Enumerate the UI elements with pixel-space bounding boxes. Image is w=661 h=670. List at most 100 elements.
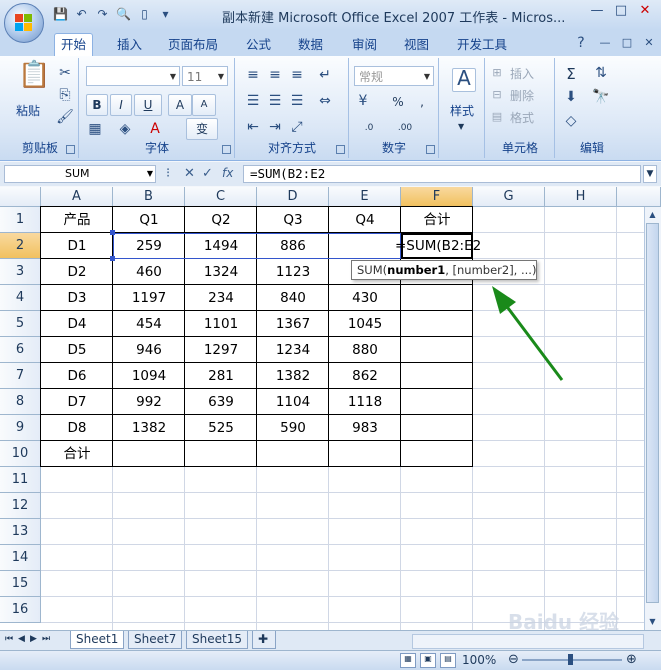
zoom-out-icon[interactable]: ⊖ [508, 652, 519, 667]
row-header-10[interactable]: 10 [0, 441, 41, 467]
insert-function-button[interactable]: fx [222, 166, 233, 180]
format-painter-icon[interactable]: 🖌 [56, 108, 74, 126]
tab-developer[interactable]: 开发工具 [457, 35, 507, 55]
prev-sheet-icon[interactable]: ◀ [18, 634, 25, 644]
normal-view-icon[interactable]: ▦ [400, 653, 416, 668]
row-header-6[interactable]: 6 [0, 337, 41, 363]
table-cell[interactable]: 281 [185, 363, 257, 389]
align-right-icon[interactable]: ☰ [288, 92, 306, 110]
table-cell[interactable]: D5 [41, 337, 113, 363]
total-row-cell[interactable] [401, 441, 473, 467]
table-cell[interactable]: 1382 [257, 363, 329, 389]
column-header-f[interactable]: F [401, 187, 473, 207]
page-layout-view-icon[interactable]: ▣ [420, 653, 436, 668]
undo-icon[interactable]: ↶ [73, 6, 90, 23]
table-header-cell[interactable]: 合计 [401, 207, 473, 233]
table-cell[interactable]: 639 [185, 389, 257, 415]
table-cell[interactable] [401, 311, 473, 337]
copy-icon[interactable]: ⎘ [56, 86, 74, 104]
ribbon-close-icon[interactable]: ✕ [640, 34, 658, 52]
sheet-tab-sheet7[interactable]: Sheet7 [128, 631, 183, 649]
sort-filter-icon[interactable]: ⇅ [592, 64, 610, 82]
first-sheet-icon[interactable]: ⏮ [5, 634, 13, 644]
column-header-a[interactable]: A [41, 187, 113, 207]
decrease-indent-icon[interactable]: ⇤ [244, 118, 262, 136]
format-cells-button[interactable]: 格式 [510, 109, 534, 126]
underline-button[interactable]: U [134, 94, 162, 116]
table-cell[interactable]: 1297 [185, 337, 257, 363]
tab-home[interactable]: 开始 [54, 33, 94, 57]
row-header-9[interactable]: 9 [0, 415, 41, 441]
number-format-combo[interactable]: 常规 ▼ [354, 66, 434, 86]
table-cell[interactable] [401, 415, 473, 441]
table-cell[interactable]: 840 [257, 285, 329, 311]
ribbon-minimize-icon[interactable]: — [596, 34, 614, 52]
table-cell[interactable]: D2 [41, 259, 113, 285]
active-cell-f2[interactable]: =SUM(B2:E2 [395, 233, 481, 259]
font-size-combo[interactable]: 11 ▼ [182, 66, 228, 86]
table-cell[interactable]: 1234 [257, 337, 329, 363]
merge-center-icon[interactable]: ⇔ [316, 92, 334, 110]
customize-qat-icon[interactable]: ▾ [157, 6, 174, 23]
fill-icon[interactable]: ⬇ [562, 88, 580, 106]
column-header-b[interactable]: B [113, 187, 185, 207]
enter-icon[interactable]: ✓ [202, 166, 213, 181]
table-cell[interactable]: D3 [41, 285, 113, 311]
cut-icon[interactable]: ✂ [56, 64, 74, 82]
next-sheet-icon[interactable]: ▶ [30, 634, 37, 644]
column-header-h[interactable]: H [545, 187, 617, 207]
tab-review[interactable]: 审阅 [352, 35, 377, 55]
redo-icon[interactable]: ↷ [94, 6, 111, 23]
table-cell[interactable]: 983 [329, 415, 401, 441]
bold-button[interactable]: B [86, 94, 108, 116]
alignment-launcher-icon[interactable] [336, 145, 345, 154]
save-icon[interactable]: 💾 [52, 6, 69, 23]
table-cell[interactable]: D4 [41, 311, 113, 337]
table-header-cell[interactable]: Q2 [185, 207, 257, 233]
fill-color-icon[interactable]: ◈ [116, 120, 134, 138]
new-document-icon[interactable]: ▯ [136, 6, 153, 23]
table-cell[interactable]: 1197 [113, 285, 185, 311]
total-row-cell[interactable] [329, 441, 401, 467]
table-cell[interactable]: 1367 [257, 311, 329, 337]
align-top-icon[interactable]: ≡ [244, 66, 262, 84]
table-cell[interactable]: D6 [41, 363, 113, 389]
table-cell[interactable]: 430 [329, 285, 401, 311]
total-row-cell[interactable] [257, 441, 329, 467]
tab-formulas[interactable]: 公式 [246, 35, 271, 55]
align-left-icon[interactable]: ☰ [244, 92, 262, 110]
select-all-corner[interactable] [0, 187, 41, 207]
scroll-down-icon[interactable]: ▼ [645, 614, 660, 629]
worksheet-grid[interactable]: A B C D E F G H 1 2 3 4 5 6 7 8 9 10 11 12 13 14 15 16 … [0, 187, 661, 630]
sheet-tab-sheet15[interactable]: Sheet15 [186, 631, 248, 649]
row-header-13[interactable]: 13 [0, 519, 41, 545]
vertical-scrollbar[interactable]: ▲ ▼ [644, 207, 661, 630]
row-header-3[interactable]: 3 [0, 259, 41, 285]
name-box[interactable]: SUM ▼ [4, 165, 156, 183]
help-icon[interactable]: ? [572, 34, 590, 52]
table-cell[interactable]: 1104 [257, 389, 329, 415]
range-handle-bottomleft[interactable] [110, 256, 115, 261]
column-header-c[interactable]: C [185, 187, 257, 207]
row-header-14[interactable]: 14 [0, 545, 41, 571]
zoom-level[interactable]: 100% [462, 653, 496, 667]
formula-input[interactable]: =SUM(B2:E2 [243, 165, 641, 183]
row-header-4[interactable]: 4 [0, 285, 41, 311]
total-row-cell[interactable] [113, 441, 185, 467]
currency-icon[interactable]: ¥ [354, 92, 372, 110]
table-cell[interactable]: 234 [185, 285, 257, 311]
align-middle-icon[interactable]: ≡ [266, 66, 284, 84]
zoom-slider-knob[interactable] [568, 654, 573, 665]
table-cell[interactable] [401, 363, 473, 389]
font-name-combo[interactable]: ▼ [86, 66, 180, 86]
styles-dropdown-icon[interactable]: ▼ [458, 122, 464, 131]
table-cell[interactable]: 862 [329, 363, 401, 389]
table-cell[interactable]: 1094 [113, 363, 185, 389]
clipboard-launcher-icon[interactable] [66, 145, 75, 154]
table-header-cell[interactable]: Q3 [257, 207, 329, 233]
grow-font-button[interactable]: A [168, 94, 192, 116]
delete-cells-button[interactable]: 删除 [510, 87, 534, 104]
table-cell[interactable]: D7 [41, 389, 113, 415]
zoom-in-icon[interactable]: ⊕ [626, 652, 637, 667]
row-header-15[interactable]: 15 [0, 571, 41, 597]
